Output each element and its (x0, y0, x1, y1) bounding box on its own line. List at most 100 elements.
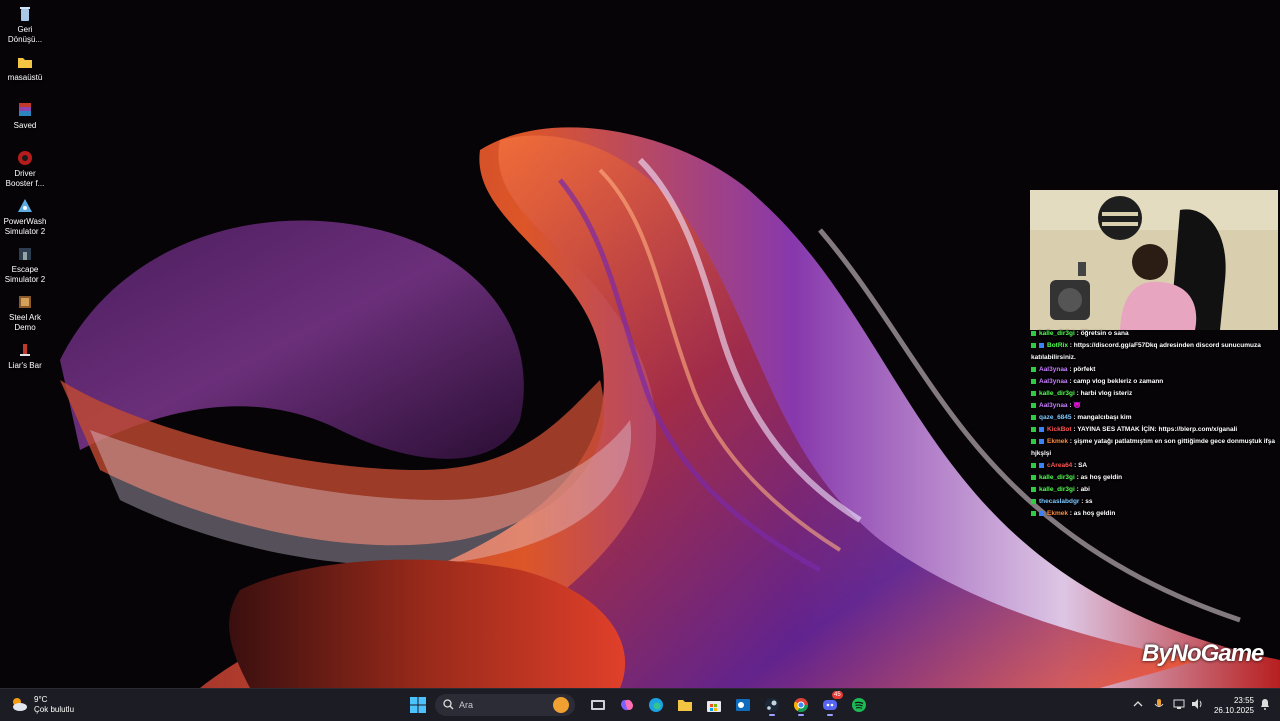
outlook-button[interactable] (731, 693, 755, 717)
volume-icon[interactable] (1190, 697, 1204, 711)
desktop-icon-recycle-bin[interactable]: Geri Dönüşü... (0, 6, 50, 45)
chrome-icon (793, 698, 808, 712)
active-indicator (769, 714, 775, 716)
chat-message: Aal3ynaa : pörfekt (1031, 364, 1279, 376)
chat-username: kalle_dir3gi (1039, 486, 1075, 493)
desktop-icon-label: Geri Dönüşü... (7, 25, 43, 44)
chat-message: BotRix : https://discord.gg/aF57Dkq adre… (1031, 342, 1261, 361)
chat-text: abi (1080, 486, 1090, 493)
notification-bell-icon[interactable] (1258, 697, 1272, 711)
explorer-button[interactable] (673, 693, 697, 717)
desktop-icon-masaustu[interactable]: masaüstü (0, 54, 50, 83)
chat-username: Ekmek (1047, 438, 1068, 445)
chat-username: Aal3ynaa (1039, 366, 1068, 373)
clock-date: 26.10.2025 (1213, 706, 1254, 715)
chat-message: KickBot : YAYINA SES ATMAK İÇİN: https:/… (1031, 424, 1279, 436)
system-clock[interactable]: 23:55 26.10.2025 (1206, 696, 1254, 716)
desktop-icon-liars-bar[interactable]: Liar's Bar (0, 342, 50, 371)
copilot-button[interactable] (615, 693, 639, 717)
chat-username: kalle_dir3gi (1039, 330, 1075, 337)
chat-message: Ekmek : as hoş geldin (1031, 508, 1279, 518)
chat-text: YAYINA SES ATMAK İÇİN: https://blerp.com… (1077, 426, 1238, 433)
webcam-overlay (1030, 190, 1278, 330)
desktop-icon-label: Steel Ark Demo (8, 313, 41, 332)
chat-username: cArea64 (1047, 462, 1073, 469)
chat-message: kalle_dir3gi : harbi vlog isteriz (1031, 388, 1279, 400)
start-button[interactable] (406, 693, 430, 717)
folder-icon (678, 700, 692, 711)
chat-text: harbi vlog isteriz (1080, 390, 1133, 397)
chat-message: Aal3ynaa : camp vlog bekleriz o zamann (1031, 376, 1279, 388)
chat-message: thecaslabdgr : ss (1031, 496, 1279, 508)
discord-notification-badge: 45 (832, 691, 843, 699)
chat-text: as hoş geldin (1080, 474, 1123, 481)
desktop-icon-steel-ark[interactable]: Steel Ark Demo (0, 294, 50, 333)
chat-text: as hoş geldin (1073, 510, 1116, 517)
chat-message: Aal3ynaa : 😈 (1031, 400, 1279, 412)
discord-icon (823, 700, 837, 710)
chat-username: kalle_dir3gi (1039, 390, 1075, 397)
chat-message: Ekmek : şişme yatağı patlatmıştım en son… (1031, 438, 1275, 457)
chat-username: kalle_dir3gi (1039, 474, 1075, 481)
search-box[interactable]: Ara (435, 694, 575, 716)
steel-ark-icon (19, 296, 31, 308)
chrome-button[interactable] (789, 693, 813, 717)
windows-icon (410, 697, 426, 713)
edge-button[interactable] (644, 693, 668, 717)
active-indicator (827, 714, 833, 716)
stream-watermark: ByNoGame (1142, 640, 1264, 667)
chat-text: pörfekt (1073, 366, 1096, 373)
chat-text: öğretsin o sana (1080, 330, 1129, 337)
chat-message: kalle_dir3gi : abi (1031, 484, 1279, 496)
chat-message: qaze_6845 : mangalcıbaşı kim (1031, 412, 1279, 424)
desktop-icon-powerwash[interactable]: PowerWash Simulator 2 (0, 198, 50, 237)
steam-button[interactable] (760, 693, 784, 717)
desktop-icon-label: Escape Simulator 2 (4, 265, 46, 284)
network-icon[interactable] (1172, 697, 1186, 711)
search-icon (443, 699, 454, 710)
store-button[interactable] (702, 693, 726, 717)
chat-username: Ekmek (1047, 510, 1068, 517)
chat-text: şişme yatağı patlatmıştım en son gittiği… (1031, 438, 1275, 457)
microphone-icon[interactable] (1152, 697, 1166, 711)
spotify-button[interactable] (847, 693, 871, 717)
desktop-icon-label: Liar's Bar (8, 361, 42, 370)
desktop-icon-label: Driver Booster f... (5, 169, 45, 188)
weather-text: 9°C Çok bulutlu (34, 695, 74, 715)
chat-message: kalle_dir3gi : öğretsin o sana (1031, 328, 1279, 340)
active-indicator (798, 714, 804, 716)
discord-button[interactable]: 45 (818, 691, 843, 717)
winrar-icon (19, 103, 31, 116)
chevron-up-icon[interactable] (1131, 697, 1145, 711)
chat-username: Aal3ynaa (1039, 378, 1068, 385)
liars-bar-icon (20, 344, 30, 356)
chat-username: qaze_6845 (1039, 414, 1072, 421)
task-view-button[interactable] (586, 693, 610, 717)
stream-chat: kalle_dir3gi : öğretsin o sana BotRix : … (1031, 328, 1279, 518)
chat-text: camp vlog bekleriz o zamann (1073, 378, 1164, 385)
chat-message: kalle_dir3gi : as hoş geldin (1031, 472, 1279, 484)
steam-icon (765, 698, 779, 712)
powerwash-icon (18, 199, 32, 212)
outlook-icon (736, 699, 750, 711)
driver-booster-icon (18, 151, 32, 165)
chat-username: BotRix (1047, 342, 1068, 349)
chat-text: mangalcıbaşı kim (1077, 414, 1132, 421)
task-view-icon (591, 700, 605, 710)
escape-simulator-icon (19, 248, 31, 260)
desktop-icon-label: PowerWash Simulator 2 (3, 217, 47, 236)
spotify-icon (852, 698, 866, 712)
store-icon (707, 701, 721, 712)
edge-icon (649, 698, 663, 712)
search-placeholder: Ara (459, 700, 474, 710)
folder-icon (18, 58, 32, 68)
desktop-icon-label: Saved (13, 121, 37, 130)
copilot-icon (621, 699, 633, 711)
clock-time: 23:55 (1233, 696, 1254, 705)
desktop-icon-escape-simulator[interactable]: Escape Simulator 2 (0, 246, 50, 285)
chat-message: cArea64 : SA (1031, 460, 1279, 472)
chat-text: 😈 (1073, 402, 1082, 409)
desktop-icon-saved[interactable]: Saved (0, 102, 50, 131)
chat-text: ss (1085, 498, 1093, 505)
desktop-icon-driver-booster[interactable]: Driver Booster f... (0, 150, 50, 189)
